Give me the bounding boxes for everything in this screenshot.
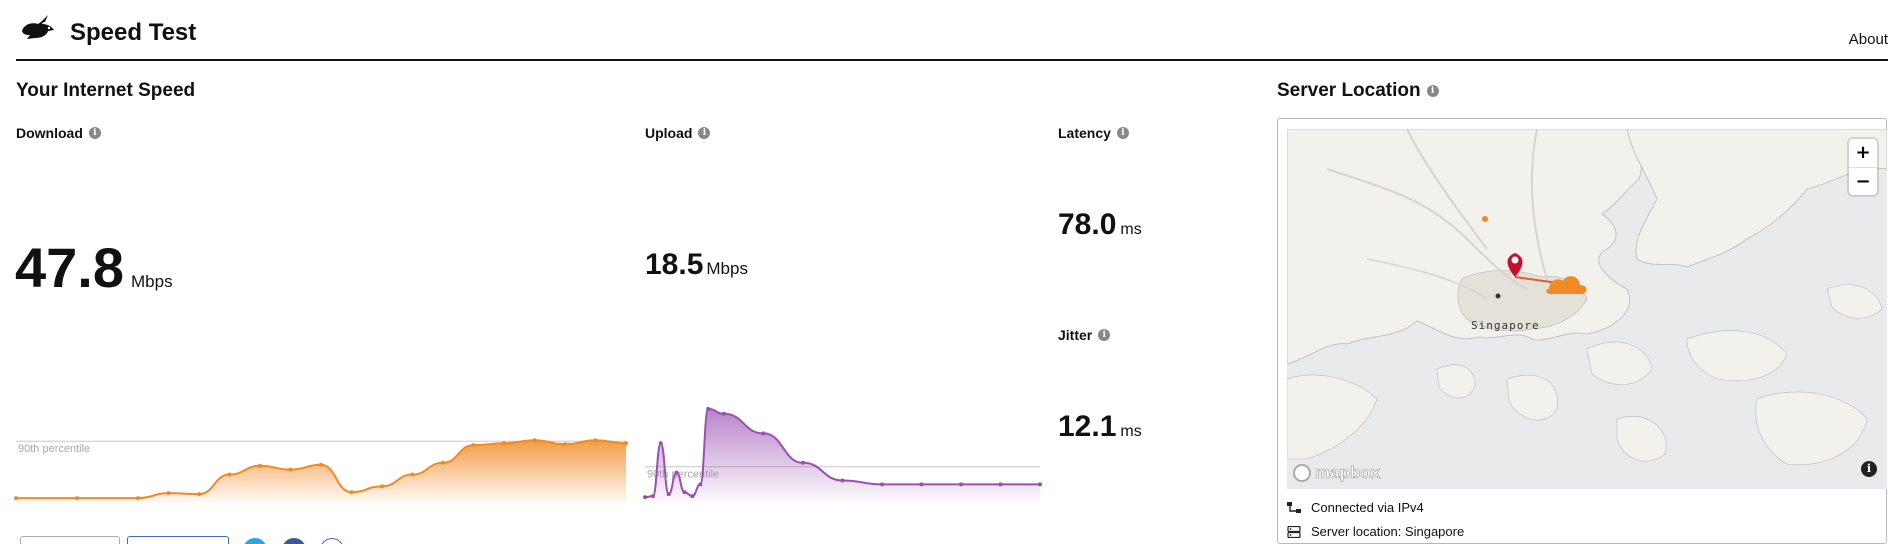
upload-point — [880, 482, 884, 487]
download-point — [349, 490, 354, 495]
upload-point — [698, 482, 703, 487]
download-point — [136, 496, 140, 501]
mapbox-logo-text: mapbox — [1315, 463, 1381, 483]
download-point — [197, 492, 201, 497]
upload-unit: Mbps — [706, 259, 748, 278]
header-divider — [16, 59, 1888, 61]
upload-point — [666, 492, 671, 497]
upload-point — [690, 494, 695, 499]
jitter-label-text: Jitter — [1058, 327, 1093, 343]
about-link[interactable]: About — [1849, 31, 1888, 48]
map-zoom-controls: + − — [1849, 139, 1877, 195]
server-map-panel: Singapore + − mapbox i Connected via IPv… — [1277, 118, 1887, 544]
download-info-icon[interactable]: i — [88, 127, 101, 139]
jitter-info-icon[interactable]: i — [1098, 329, 1111, 341]
map-city-label: Singapore — [1471, 319, 1540, 332]
upload-point — [761, 431, 766, 436]
download-point — [288, 467, 293, 472]
server-icon — [1287, 525, 1301, 538]
download-area — [16, 440, 626, 506]
link-share-icon[interactable] — [320, 538, 344, 544]
download-point — [75, 496, 79, 501]
rabbit-logo-icon — [22, 15, 54, 39]
jitter-value: 12.1 ms — [1058, 410, 1142, 444]
download-point — [593, 438, 598, 443]
download-point — [471, 443, 476, 448]
zoom-out-button[interactable]: − — [1849, 167, 1877, 195]
upload-value: 18.5 Mbps — [645, 248, 748, 282]
upload-point — [722, 411, 726, 416]
upload-point — [706, 406, 711, 411]
download-point — [380, 484, 384, 489]
connection-text: Connected via IPv4 — [1311, 500, 1424, 515]
download-point — [563, 442, 567, 447]
upload-point — [959, 482, 963, 487]
download-label-text: Download — [16, 125, 83, 141]
upload-point — [674, 470, 679, 475]
zoom-in-button[interactable]: + — [1849, 139, 1877, 167]
facebook-share-icon[interactable] — [282, 538, 306, 544]
map-attribution-info-icon[interactable]: i — [1861, 461, 1877, 477]
jitter-label: Jitter i — [1058, 327, 1111, 343]
mapbox-logo-icon — [1293, 464, 1311, 482]
upload-info-icon[interactable]: i — [698, 127, 711, 139]
download-chart: 90th percentile — [14, 438, 628, 506]
download-point — [502, 441, 506, 446]
upload-label-text: Upload — [645, 125, 693, 141]
download-point — [410, 472, 415, 477]
download-number: 47.8 — [15, 236, 124, 299]
upload-label: Upload i — [645, 125, 711, 141]
upload-point — [643, 495, 647, 500]
upload-point — [658, 441, 663, 446]
server-map[interactable]: Singapore + − mapbox i — [1287, 129, 1887, 489]
action-button-2[interactable] — [127, 536, 229, 544]
download-value: 47.8 Mbps — [15, 235, 173, 300]
download-point — [227, 472, 232, 477]
server-location-text: Server location: Singapore — [1311, 524, 1465, 539]
download-point — [624, 441, 628, 446]
download-point — [14, 496, 18, 501]
twitter-share-icon[interactable] — [243, 538, 267, 544]
download-point — [532, 438, 537, 443]
upload-chart: 90th percentile — [643, 406, 1042, 506]
download-point — [258, 463, 262, 468]
connection-info-row: Connected via IPv4 — [1287, 500, 1424, 515]
mapbox-logo[interactable]: mapbox — [1293, 463, 1380, 483]
app-header: Speed Test About — [0, 0, 1888, 62]
latency-label: Latency i — [1058, 125, 1129, 141]
upload-number: 18.5 — [645, 248, 704, 281]
map-graphic — [1287, 129, 1887, 489]
upload-point — [682, 490, 687, 495]
latency-number: 78.0 — [1058, 208, 1117, 241]
latency-label-text: Latency — [1058, 125, 1111, 141]
app-title: Speed Test — [70, 19, 197, 46]
jitter-number: 12.1 — [1058, 410, 1117, 443]
server-info-icon[interactable]: i — [1426, 85, 1439, 97]
server-location-title: Server Location i — [1277, 80, 1439, 102]
action-button-1[interactable] — [20, 536, 120, 544]
latency-unit: ms — [1120, 221, 1142, 238]
download-unit: Mbps — [131, 272, 173, 291]
upload-point — [998, 482, 1003, 487]
download-point — [319, 462, 323, 467]
download-point — [166, 491, 171, 496]
upload-point — [650, 494, 655, 499]
network-connection-icon — [1287, 501, 1301, 513]
download-percentile-label: 90th percentile — [18, 443, 90, 455]
jitter-unit: ms — [1120, 423, 1142, 440]
download-label: Download i — [16, 125, 101, 141]
latency-value: 78.0 ms — [1058, 208, 1142, 242]
latency-info-icon[interactable]: i — [1116, 127, 1129, 139]
upload-point — [919, 482, 924, 487]
upload-point — [1038, 482, 1042, 487]
server-location-title-text: Server Location — [1277, 80, 1421, 101]
server-location-row: Server location: Singapore — [1287, 524, 1464, 539]
speed-section-title: Your Internet Speed — [16, 80, 196, 101]
upload-point — [801, 460, 805, 465]
upload-point — [840, 478, 845, 483]
download-point — [441, 460, 445, 465]
